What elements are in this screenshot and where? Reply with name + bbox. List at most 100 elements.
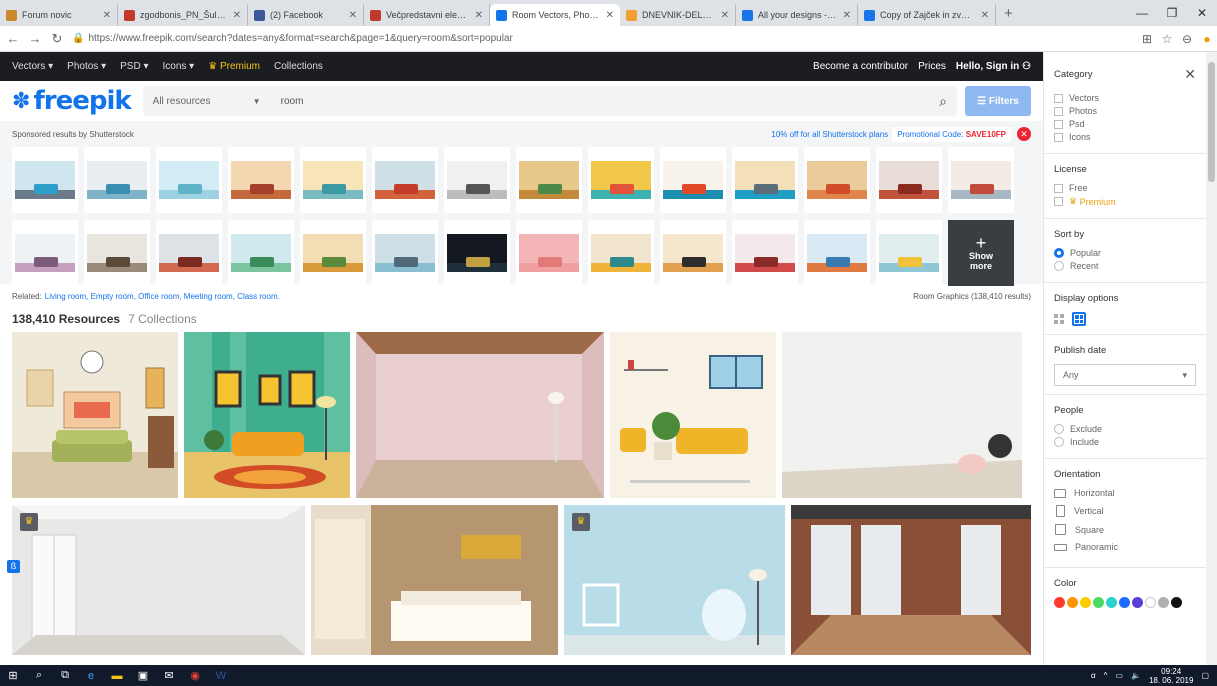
- result-card[interactable]: [12, 332, 178, 498]
- browser-tab[interactable]: Večpredstavni elementi – Z ✕: [364, 4, 490, 26]
- user-badge-icon[interactable]: ß: [7, 560, 20, 573]
- sponsored-thumbnail[interactable]: [444, 220, 510, 286]
- sponsored-thumbnail[interactable]: [660, 220, 726, 286]
- windows-start-icon[interactable]: ⊞: [0, 669, 26, 682]
- bookmark-star-icon[interactable]: ☆: [1157, 32, 1177, 46]
- grid-large-icon[interactable]: [1072, 312, 1086, 326]
- nav-photos[interactable]: Photos ▾: [67, 61, 106, 72]
- freepik-logo[interactable]: ✽ freepik: [12, 86, 132, 116]
- sponsored-thumbnail[interactable]: [732, 147, 798, 213]
- sponsored-thumbnail[interactable]: [228, 147, 294, 213]
- sponsored-thumbnail[interactable]: [228, 220, 294, 286]
- close-tab-icon[interactable]: ✕: [233, 10, 241, 21]
- sort-option-popular[interactable]: Popular: [1054, 248, 1196, 258]
- browser-tab[interactable]: zgodbonis_PN_Šultaršič_Ra ✕: [118, 4, 248, 26]
- close-tab-icon[interactable]: ✕: [103, 10, 111, 21]
- sponsored-thumbnail[interactable]: [84, 147, 150, 213]
- close-tab-icon[interactable]: ✕: [606, 10, 614, 21]
- result-card[interactable]: [311, 505, 558, 655]
- people-icon[interactable]: ꭤ: [1091, 670, 1096, 681]
- network-icon[interactable]: ▭: [1115, 671, 1123, 680]
- license-option-premium[interactable]: ♛ Premium: [1054, 196, 1196, 207]
- result-card[interactable]: [782, 332, 1022, 498]
- resource-type-select[interactable]: All resources: [153, 96, 253, 107]
- filters-button[interactable]: ☰ Filters: [965, 86, 1031, 116]
- sponsored-thumbnail[interactable]: [372, 220, 438, 286]
- close-tab-icon[interactable]: ✕: [981, 10, 989, 21]
- clock[interactable]: 09:24 18. 06. 2019: [1149, 667, 1193, 685]
- category-option-psd[interactable]: Psd: [1054, 119, 1196, 129]
- color-swatch[interactable]: [1158, 597, 1169, 608]
- result-card[interactable]: [791, 505, 1031, 655]
- chrome-icon[interactable]: ◉: [182, 669, 208, 682]
- close-tab-icon[interactable]: ✕: [843, 10, 851, 21]
- nav-premium[interactable]: ♛ Premium: [208, 61, 260, 72]
- category-option-icons[interactable]: Icons: [1054, 132, 1196, 142]
- back-icon[interactable]: ←: [4, 31, 22, 46]
- people-option-exclude[interactable]: Exclude: [1054, 424, 1196, 434]
- task-view-icon[interactable]: ⧉: [52, 669, 78, 682]
- search-icon[interactable]: ⌕: [939, 93, 947, 110]
- sponsored-thumbnail[interactable]: [660, 147, 726, 213]
- forward-icon[interactable]: →: [26, 31, 44, 46]
- store-icon[interactable]: ▣: [130, 669, 156, 682]
- nav-psd[interactable]: PSD ▾: [120, 61, 148, 72]
- nav-icons[interactable]: Icons ▾: [163, 61, 195, 72]
- sort-option-recent[interactable]: Recent: [1054, 261, 1196, 271]
- mail-icon[interactable]: ✉: [156, 669, 182, 682]
- result-card[interactable]: ♛: [564, 505, 785, 655]
- color-swatch[interactable]: [1067, 597, 1078, 608]
- color-swatch[interactable]: [1054, 597, 1065, 608]
- related-links[interactable]: Living room, Empty room, Office room, Me…: [45, 292, 280, 301]
- sponsored-thumbnail[interactable]: [876, 220, 942, 286]
- license-option-free[interactable]: Free: [1054, 183, 1196, 193]
- collections-link[interactable]: 7 Collections: [128, 312, 197, 326]
- sponsored-thumbnail[interactable]: [516, 220, 582, 286]
- sponsored-thumbnail[interactable]: [372, 147, 438, 213]
- close-promo-icon[interactable]: ✕: [1017, 127, 1031, 141]
- url-field[interactable]: 🔒 https://www.freepik.com/search?dates=an…: [72, 33, 1137, 44]
- orientation-option-panoramic[interactable]: Panoramic: [1054, 542, 1196, 552]
- update-alert-icon[interactable]: ●: [1197, 32, 1217, 46]
- minimize-icon[interactable]: —: [1127, 6, 1157, 20]
- color-swatch[interactable]: [1119, 597, 1130, 608]
- close-tab-icon[interactable]: ✕: [475, 10, 483, 21]
- page-scrollbar[interactable]: [1206, 52, 1217, 665]
- result-card[interactable]: [184, 332, 350, 498]
- sponsored-thumbnail[interactable]: [588, 147, 654, 213]
- publish-date-select[interactable]: Any ▾: [1054, 364, 1196, 386]
- reload-icon[interactable]: ↻: [48, 31, 66, 47]
- scrollbar-thumb[interactable]: [1208, 62, 1215, 182]
- color-swatch[interactable]: [1093, 597, 1104, 608]
- result-card[interactable]: [356, 332, 604, 498]
- sponsored-thumbnail[interactable]: [876, 147, 942, 213]
- browser-tab[interactable]: (2) Facebook ✕: [248, 4, 364, 26]
- promo-link[interactable]: 10% off for all Shutterstock plans: [771, 130, 888, 139]
- browser-tab[interactable]: Forum novic ✕: [0, 4, 118, 26]
- nav-vectors[interactable]: Vectors ▾: [12, 61, 53, 72]
- browser-tab[interactable]: All your designs - Canva ✕: [736, 4, 858, 26]
- tray-chevron-icon[interactable]: ^: [1104, 671, 1108, 680]
- show-more-button[interactable]: + Show more: [948, 220, 1014, 286]
- sponsored-thumbnail[interactable]: [12, 220, 78, 286]
- browser-tab[interactable]: Room Vectors, Photos and ✕: [490, 4, 620, 26]
- prices-link[interactable]: Prices: [918, 61, 946, 72]
- sponsored-thumbnail[interactable]: [444, 147, 510, 213]
- color-swatch[interactable]: [1145, 597, 1156, 608]
- sponsored-thumbnail[interactable]: [588, 220, 654, 286]
- profile-icon[interactable]: ⊖: [1177, 32, 1197, 46]
- search-icon[interactable]: ⌕: [26, 669, 52, 682]
- promo-code-box[interactable]: Promotional Code: SAVE10FP: [892, 126, 1011, 142]
- orientation-option-horizontal[interactable]: Horizontal: [1054, 488, 1196, 498]
- category-option-vectors[interactable]: Vectors: [1054, 93, 1196, 103]
- sponsored-thumbnail[interactable]: [732, 220, 798, 286]
- orientation-option-square[interactable]: Square: [1054, 524, 1196, 535]
- color-swatch[interactable]: [1080, 597, 1091, 608]
- browser-tab[interactable]: DNEVNIK-DELA.pdf ✕: [620, 4, 736, 26]
- close-sidebar-icon[interactable]: ✕: [1184, 66, 1196, 83]
- color-swatch[interactable]: [1106, 597, 1117, 608]
- browser-tab[interactable]: Copy of Zajček in zvonček ✕: [858, 4, 996, 26]
- grid-small-icon[interactable]: [1054, 314, 1064, 324]
- orientation-option-vertical[interactable]: Vertical: [1054, 505, 1196, 517]
- sponsored-thumbnail[interactable]: [516, 147, 582, 213]
